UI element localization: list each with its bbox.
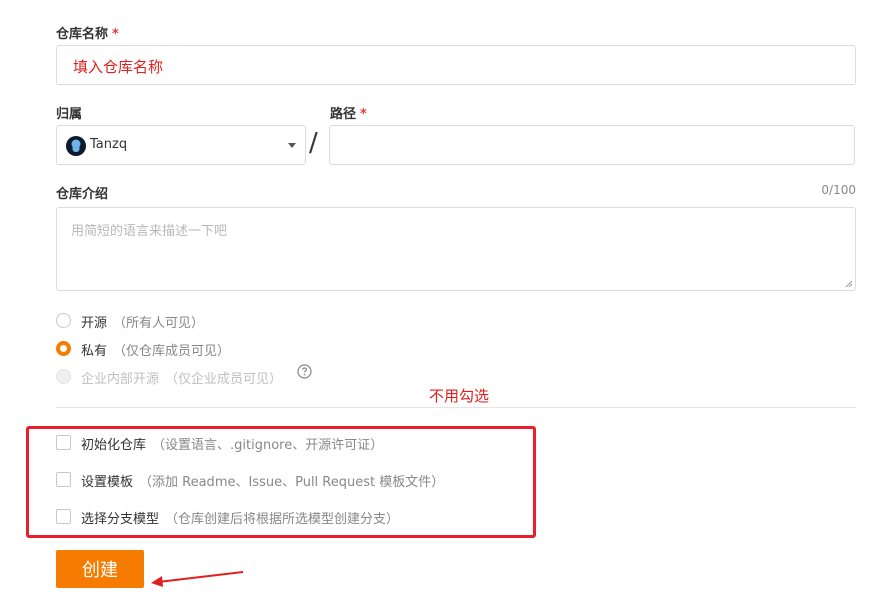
caret-down-icon [288,143,296,148]
radio-public[interactable] [56,313,71,328]
radio-enterprise-label: 企业内部开源 （仅企业成员可见） [81,372,283,387]
owner-select[interactable]: Tanzq [56,125,306,165]
avatar [66,136,86,156]
path-input[interactable] [329,125,855,165]
radio-enterprise [56,369,71,384]
description-textarea[interactable]: 用简短的语言来描述一下吧 [56,207,856,291]
checkbox-init-repo[interactable] [56,435,71,450]
divider [56,407,856,408]
checkbox-branch-model[interactable] [56,509,71,524]
radio-private[interactable] [56,341,71,356]
path-label: 路径 * [330,107,367,122]
radio-private-label[interactable]: 私有 （仅仓库成员可见） [81,340,230,359]
repo-name-annotation: 填入仓库名称 [73,58,164,76]
arrow-annotation-icon [151,571,244,587]
checkbox-init-repo-label[interactable]: 初始化仓库 （设置语言、.gitignore、开源许可证） [81,434,383,453]
checkbox-template[interactable] [56,472,71,487]
question-circle-icon[interactable] [297,364,312,379]
radio-public-label[interactable]: 开源 （所有人可见） [81,312,204,331]
repo-name-input[interactable]: 填入仓库名称 [56,45,856,85]
path-separator: / [309,128,318,158]
checkbox-template-label[interactable]: 设置模板 （添加 Readme、Issue、Pull Request 模板文件） [81,471,444,490]
description-label: 仓库介绍 [56,187,109,202]
checkbox-branch-model-label[interactable]: 选择分支模型 （仓库创建后将根据所选模型创建分支） [81,508,399,527]
resize-handle-icon[interactable] [845,280,853,288]
create-button[interactable]: 创建 [56,550,144,588]
description-counter: 0/100 [821,183,856,197]
no-check-annotation: 不用勾选 [429,387,490,405]
repo-name-label: 仓库名称 * [56,27,119,42]
description-placeholder: 用简短的语言来描述一下吧 [71,224,228,239]
owner-selected-value: Tanzq [90,137,128,152]
owner-label: 归属 [56,107,83,122]
